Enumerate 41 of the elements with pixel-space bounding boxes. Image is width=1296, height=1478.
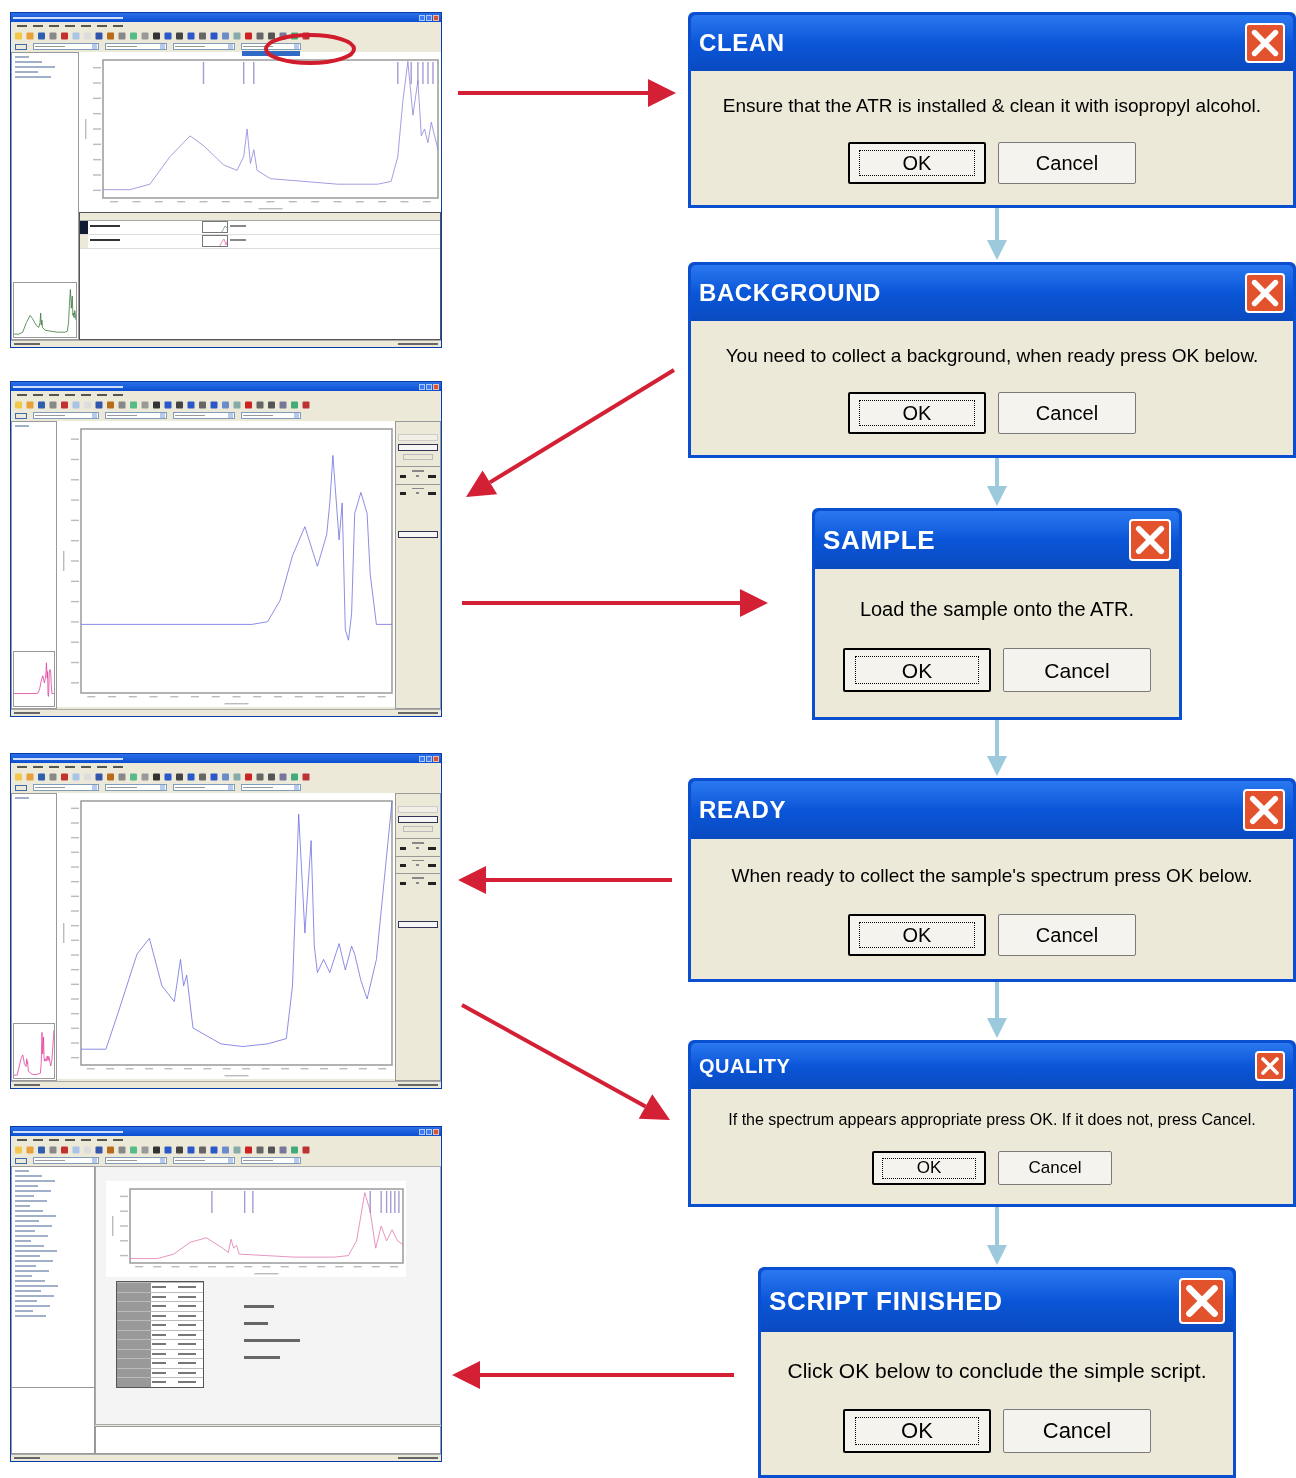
dialog-message: When ready to collect the sample's spectrum press OK below. <box>731 864 1253 889</box>
close-button[interactable] <box>1245 23 1285 63</box>
arrow <box>987 458 1007 506</box>
close-icon <box>1248 794 1280 826</box>
arrow <box>987 208 1007 260</box>
dialog-message: Ensure that the ATR is installed & clean it with isopropyl alcohol. <box>722 94 1262 119</box>
dialog-message: Click OK below to conclude the simple script. <box>787 1357 1207 1384</box>
close-button[interactable] <box>1179 1278 1225 1324</box>
dialog-title: SCRIPT FINISHED <box>769 1284 1003 1318</box>
close-icon <box>1250 278 1280 308</box>
dialog-title: SAMPLE <box>823 523 936 557</box>
dialog-title: QUALITY <box>699 1054 791 1079</box>
close-button[interactable] <box>1245 273 1285 313</box>
dialog-message: You need to collect a background, when ready press OK below. <box>725 344 1259 369</box>
close-icon <box>1134 524 1166 556</box>
dialog-button[interactable]: OK <box>872 1151 986 1185</box>
dialog-button[interactable]: Cancel <box>998 913 1136 956</box>
close-button[interactable] <box>1255 1051 1285 1081</box>
close-icon <box>1260 1056 1280 1076</box>
close-icon <box>1184 1283 1220 1319</box>
dialog-button[interactable]: OK <box>843 648 991 693</box>
dialog-title: CLEAN <box>699 28 785 58</box>
arrow <box>987 982 1007 1038</box>
dialog-title: READY <box>699 795 786 825</box>
dialog-message: If the spectrum appears appropriate press OK. If it does not, press Cancel. <box>728 1110 1256 1130</box>
close-button[interactable] <box>1243 789 1285 831</box>
arrow <box>987 720 1007 776</box>
dialog-button[interactable]: OK <box>848 141 986 184</box>
dialog-button[interactable]: OK <box>843 1408 991 1453</box>
dialog-title: BACKGROUND <box>699 278 881 308</box>
dialog-button[interactable]: Cancel <box>998 141 1136 184</box>
dialog-button[interactable]: Cancel <box>1003 1408 1151 1453</box>
dialog-button[interactable]: Cancel <box>998 1151 1112 1185</box>
arrow <box>987 1207 1007 1265</box>
dialog-button[interactable]: OK <box>848 391 986 434</box>
close-icon <box>1250 28 1280 58</box>
dialog-message: Load the sample onto the ATR. <box>859 596 1135 622</box>
dialog-button[interactable]: Cancel <box>998 391 1136 434</box>
close-button[interactable] <box>1129 519 1171 561</box>
dialog-button[interactable]: OK <box>848 913 986 956</box>
dialog-button[interactable]: Cancel <box>1003 648 1151 693</box>
